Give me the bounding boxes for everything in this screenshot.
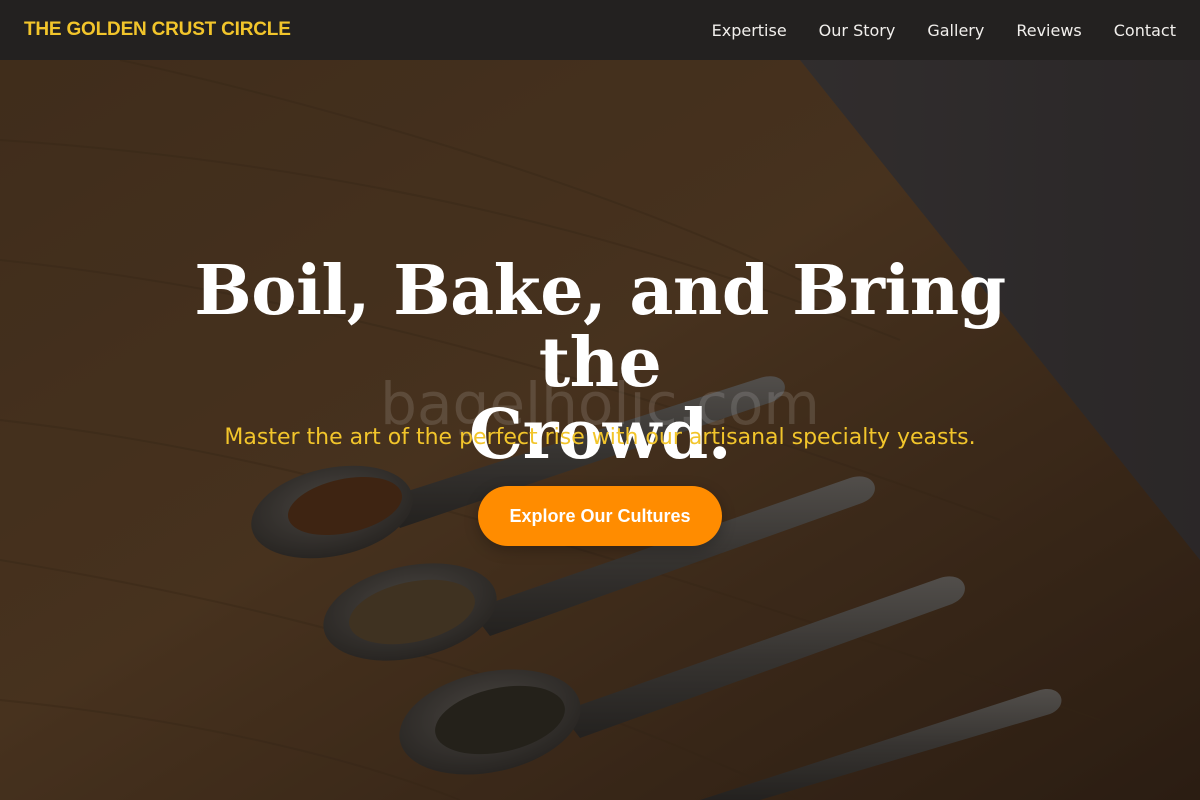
hero-title-line-1: Boil, Bake, and Bring the [194, 251, 1006, 403]
top-navbar: THE GOLDEN CRUST CIRCLE Expertise Our St… [0, 0, 1200, 60]
nav-link-gallery[interactable]: Gallery [927, 21, 984, 40]
nav-link-contact[interactable]: Contact [1114, 21, 1176, 40]
nav-link-reviews[interactable]: Reviews [1016, 21, 1081, 40]
hero-section: Boil, Bake, and Bring the Crowd. bagelho… [0, 60, 1200, 800]
hero-subtitle: Master the art of the perfect rise with … [224, 425, 976, 450]
nav-link-expertise[interactable]: Expertise [712, 21, 787, 40]
explore-cultures-button[interactable]: Explore Our Cultures [478, 486, 722, 546]
nav-menu: Expertise Our Story Gallery Reviews Cont… [680, 21, 1176, 40]
brand-logo-text[interactable]: THE GOLDEN CRUST CIRCLE [24, 19, 291, 41]
nav-link-our-story[interactable]: Our Story [819, 21, 896, 40]
